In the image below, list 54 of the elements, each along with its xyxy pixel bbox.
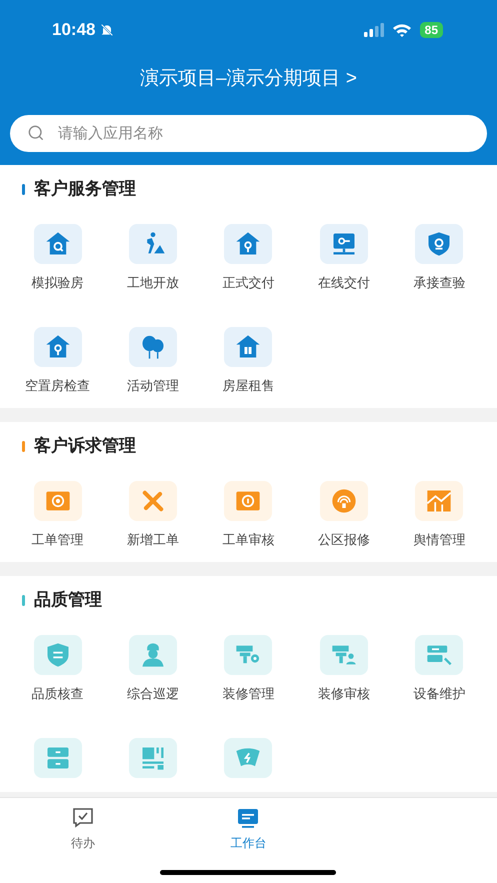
app-label: 正式交付 [222,275,274,291]
section-title: 客户服务管理 [34,178,136,200]
app-tile[interactable] [320,224,368,264]
app-label: 活动管理 [127,378,180,394]
battery-indicator: 85 [420,22,443,38]
app-tile[interactable] [415,635,464,675]
project-title[interactable]: 演示项目–演示分期项目 > [140,64,357,94]
app-tile[interactable] [34,327,82,367]
app-label: 设备维护 [413,686,466,702]
signal-icon [364,23,384,37]
app-label: 房屋租售 [222,378,274,394]
app-tile[interactable] [224,635,272,675]
app-label: 工单审核 [222,532,274,548]
app-label: 模拟验房 [32,275,84,291]
app-tile[interactable] [129,224,178,264]
app-tile[interactable] [129,635,178,675]
app-label: 承接查验 [413,275,466,291]
app-tile[interactable] [34,224,82,264]
app-label: 公区报修 [318,532,370,548]
app-tile[interactable] [320,481,368,521]
app-label: 在线交付 [318,275,370,291]
app-tile[interactable] [224,224,272,264]
status-time: 10:48 [52,19,96,42]
app-tile[interactable] [34,738,82,778]
monitor-icon [236,806,260,830]
app-label: 装修审核 [318,686,370,702]
app-tile[interactable] [224,327,272,367]
tab-bar-item[interactable]: 工作台 [222,806,274,852]
app-tile[interactable] [34,635,82,675]
app-tile[interactable] [320,635,368,675]
app-tile[interactable] [415,224,464,264]
section-title: 品质管理 [34,589,102,612]
app-tile[interactable] [34,481,82,521]
app-label: 舆情管理 [413,532,466,548]
broadcast-circle-icon [330,487,358,515]
app-label: 新增工单 [127,532,180,548]
checkmark-chat-icon [70,806,95,830]
app-tile[interactable] [129,738,178,778]
section-title: 客户诉求管理 [34,435,136,458]
app-label: 装修管理 [222,686,274,702]
app-tile[interactable] [224,738,272,778]
app-tile[interactable] [224,481,272,521]
wifi-icon [392,23,412,37]
app-label: 空置房检查 [25,378,90,394]
app-tile[interactable] [415,481,464,521]
app-label: 综合巡逻 [127,686,180,702]
app-label: 工单管理 [32,532,84,548]
app-label: 品质核查 [32,686,84,702]
bell-off-icon [99,22,116,38]
tab-bar-item[interactable]: 待办 [62,806,103,852]
app-tile[interactable] [129,481,178,521]
app-tile[interactable] [129,327,178,367]
search-field[interactable]: 请输入应用名称 [10,115,487,152]
app-label: 工地开放 [127,275,180,291]
